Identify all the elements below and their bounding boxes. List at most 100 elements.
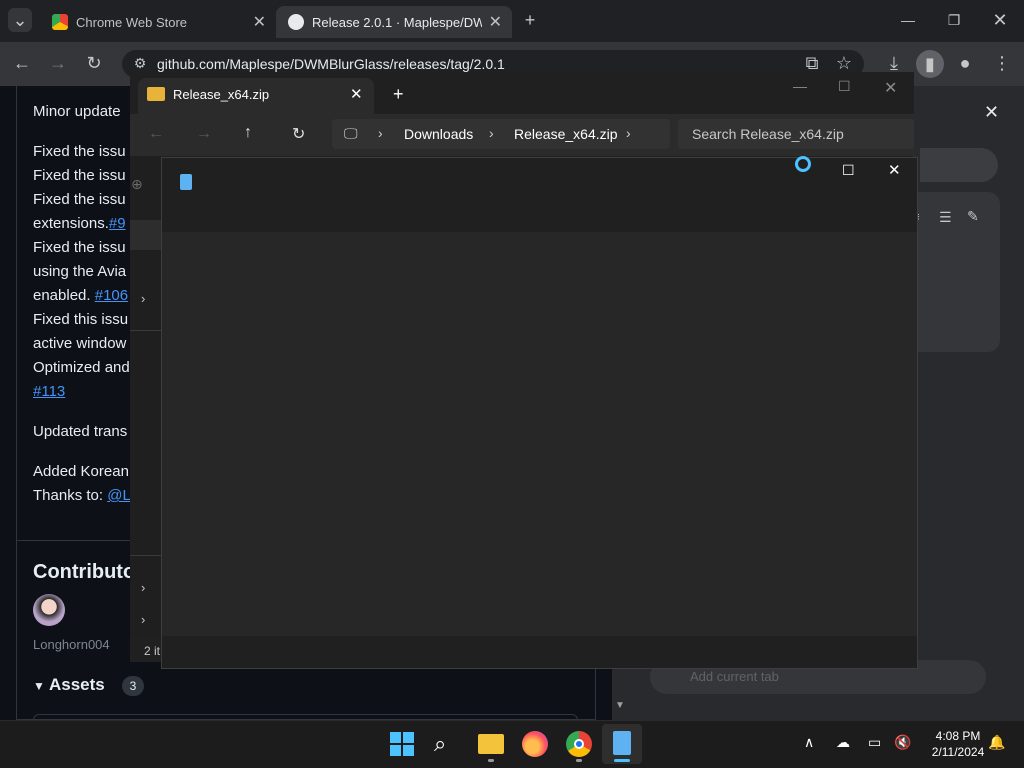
close-window-icon[interactable]: ✕ <box>888 161 901 179</box>
user-link[interactable]: @L <box>107 487 131 504</box>
chrome-icon-center <box>574 739 584 749</box>
forward-icon[interactable]: → <box>196 125 212 143</box>
notepad-icon <box>180 174 192 190</box>
notification-bell-icon[interactable]: 🔔 <box>988 734 1005 751</box>
notepad-icon <box>613 731 631 755</box>
contributors-heading: Contributo <box>33 561 136 583</box>
minimize-icon[interactable]: — <box>793 78 807 94</box>
forward-icon[interactable]: → <box>46 51 70 75</box>
issue-link[interactable]: #9 <box>109 215 126 232</box>
scroll-down-arrow[interactable]: ▼ <box>612 700 628 720</box>
start-button[interactable] <box>390 732 414 756</box>
github-icon <box>288 14 304 30</box>
cloud-icon[interactable]: ☁ <box>836 734 850 751</box>
maximize-icon[interactable]: ☐ <box>842 162 855 179</box>
release-line: Thanks to: @L <box>33 484 131 508</box>
divider <box>130 330 162 331</box>
firefox-icon[interactable] <box>522 731 548 757</box>
breadcrumb-downloads[interactable]: Downloads <box>404 126 473 142</box>
file-explorer-icon[interactable] <box>478 734 504 754</box>
clock-time[interactable]: 4:08 PM <box>920 729 996 743</box>
divider <box>130 555 162 556</box>
zip-folder-icon <box>147 87 165 101</box>
restore-icon[interactable]: ❐ <box>942 8 966 32</box>
issue-link[interactable]: #113 <box>33 380 65 404</box>
divider <box>16 540 130 541</box>
up-icon[interactable]: ↑ <box>244 124 252 142</box>
profile-icon[interactable]: ● <box>953 51 977 75</box>
chevron-right-icon[interactable]: › <box>141 291 145 306</box>
tab-github-release[interactable]: Release 2.0.1 · Maplespe/DWMBlurGlass ✕ <box>276 6 512 38</box>
reload-icon[interactable]: ↻ <box>82 51 106 75</box>
breadcrumb-zip[interactable]: Release_x64.zip <box>514 126 618 142</box>
list-view-icon[interactable]: ☰ <box>939 209 952 226</box>
new-tab-icon[interactable]: + <box>393 84 404 105</box>
release-line: Fixed the issu <box>33 239 126 256</box>
close-tab-icon[interactable]: ✕ <box>350 85 363 103</box>
chevron-up-icon[interactable]: ∧ <box>804 734 814 751</box>
side-panel-search[interactable] <box>920 148 998 182</box>
start-logo-tile <box>403 732 414 743</box>
volume-muted-icon[interactable]: 🔇 <box>894 734 911 751</box>
side-panel-icon[interactable]: ▮ <box>916 50 944 78</box>
edit-icon[interactable]: ✎ <box>967 208 979 225</box>
release-line: Optimized and <box>33 359 130 376</box>
back-icon[interactable]: ← <box>10 51 34 75</box>
issue-link[interactable]: #106 <box>95 287 128 304</box>
release-line: enabled. #106 <box>33 284 128 308</box>
maximize-icon[interactable]: ☐ <box>838 78 851 95</box>
back-icon[interactable]: ← <box>148 125 164 143</box>
close-side-panel-icon[interactable]: ✕ <box>984 102 999 123</box>
release-line: active window <box>33 335 127 352</box>
active-indicator <box>614 759 630 762</box>
tab-title: Chrome Web Store <box>76 14 188 30</box>
close-window-icon[interactable]: ✕ <box>988 8 1012 32</box>
tab-search-icon[interactable]: ⌄ <box>8 8 32 32</box>
release-line: Fixed this issu <box>33 311 129 328</box>
caret-down-icon: ▼ <box>33 679 45 693</box>
release-line: using the Avia <box>33 263 127 280</box>
new-tab-icon[interactable]: + <box>518 8 542 32</box>
release-line: Updated trans <box>33 423 128 440</box>
avatar[interactable] <box>33 594 65 626</box>
minimize-icon[interactable]: — <box>896 8 920 32</box>
contributor-name[interactable]: Longhorn004 <box>33 637 110 652</box>
nav-item-selected[interactable] <box>130 220 162 250</box>
clock-date[interactable]: 2/11/2024 <box>920 745 996 759</box>
chevron-right-icon[interactable]: › <box>141 612 145 627</box>
side-panel-card <box>918 192 1000 352</box>
release-line: Fixed the issu <box>33 191 126 208</box>
close-tab-icon[interactable]: ✕ <box>253 12 266 32</box>
webstore-icon <box>52 14 68 30</box>
chevron-right-icon[interactable]: › <box>141 580 145 595</box>
assets-toggle[interactable]: ▼ Assets <box>33 675 105 695</box>
add-current-tab-label: Add current tab <box>690 669 779 684</box>
explorer-tab-title: Release_x64.zip <box>173 87 270 102</box>
notepad-statusbar <box>162 636 917 668</box>
tab-chrome-web-store[interactable]: Chrome Web Store ✕ <box>40 6 276 38</box>
start-logo-tile <box>390 745 401 756</box>
url-text[interactable]: github.com/Maplespe/DWMBlurGlass/release… <box>157 56 505 72</box>
chevron-right-icon[interactable]: › <box>378 125 383 141</box>
release-line: extensions.#9 <box>33 212 126 236</box>
chevron-right-icon[interactable]: › <box>626 125 631 141</box>
this-pc-icon: 🖵 <box>344 125 358 141</box>
loading-spinner-icon <box>795 156 811 172</box>
display-icon[interactable]: ▭ <box>868 734 881 751</box>
menu-icon[interactable]: ⋮ <box>990 51 1014 75</box>
start-logo-tile <box>403 745 414 756</box>
release-line: Minor update <box>33 103 121 120</box>
release-line-text: enabled. <box>33 287 91 304</box>
explorer-status: 2 it <box>130 636 162 662</box>
start-logo-tile <box>390 732 401 743</box>
running-indicator <box>576 759 582 762</box>
close-window-icon[interactable]: ✕ <box>884 78 897 98</box>
refresh-icon[interactable]: ↻ <box>292 124 305 144</box>
release-line-text: extensions. <box>33 215 109 232</box>
add-icon[interactable]: ⊕ <box>131 176 143 193</box>
search-icon[interactable]: ⌕ <box>434 731 446 757</box>
close-tab-icon[interactable]: ✕ <box>489 12 502 32</box>
assets-label: Assets <box>48 675 105 694</box>
notepad-editor[interactable] <box>162 232 917 636</box>
chevron-right-icon[interactable]: › <box>489 125 494 141</box>
